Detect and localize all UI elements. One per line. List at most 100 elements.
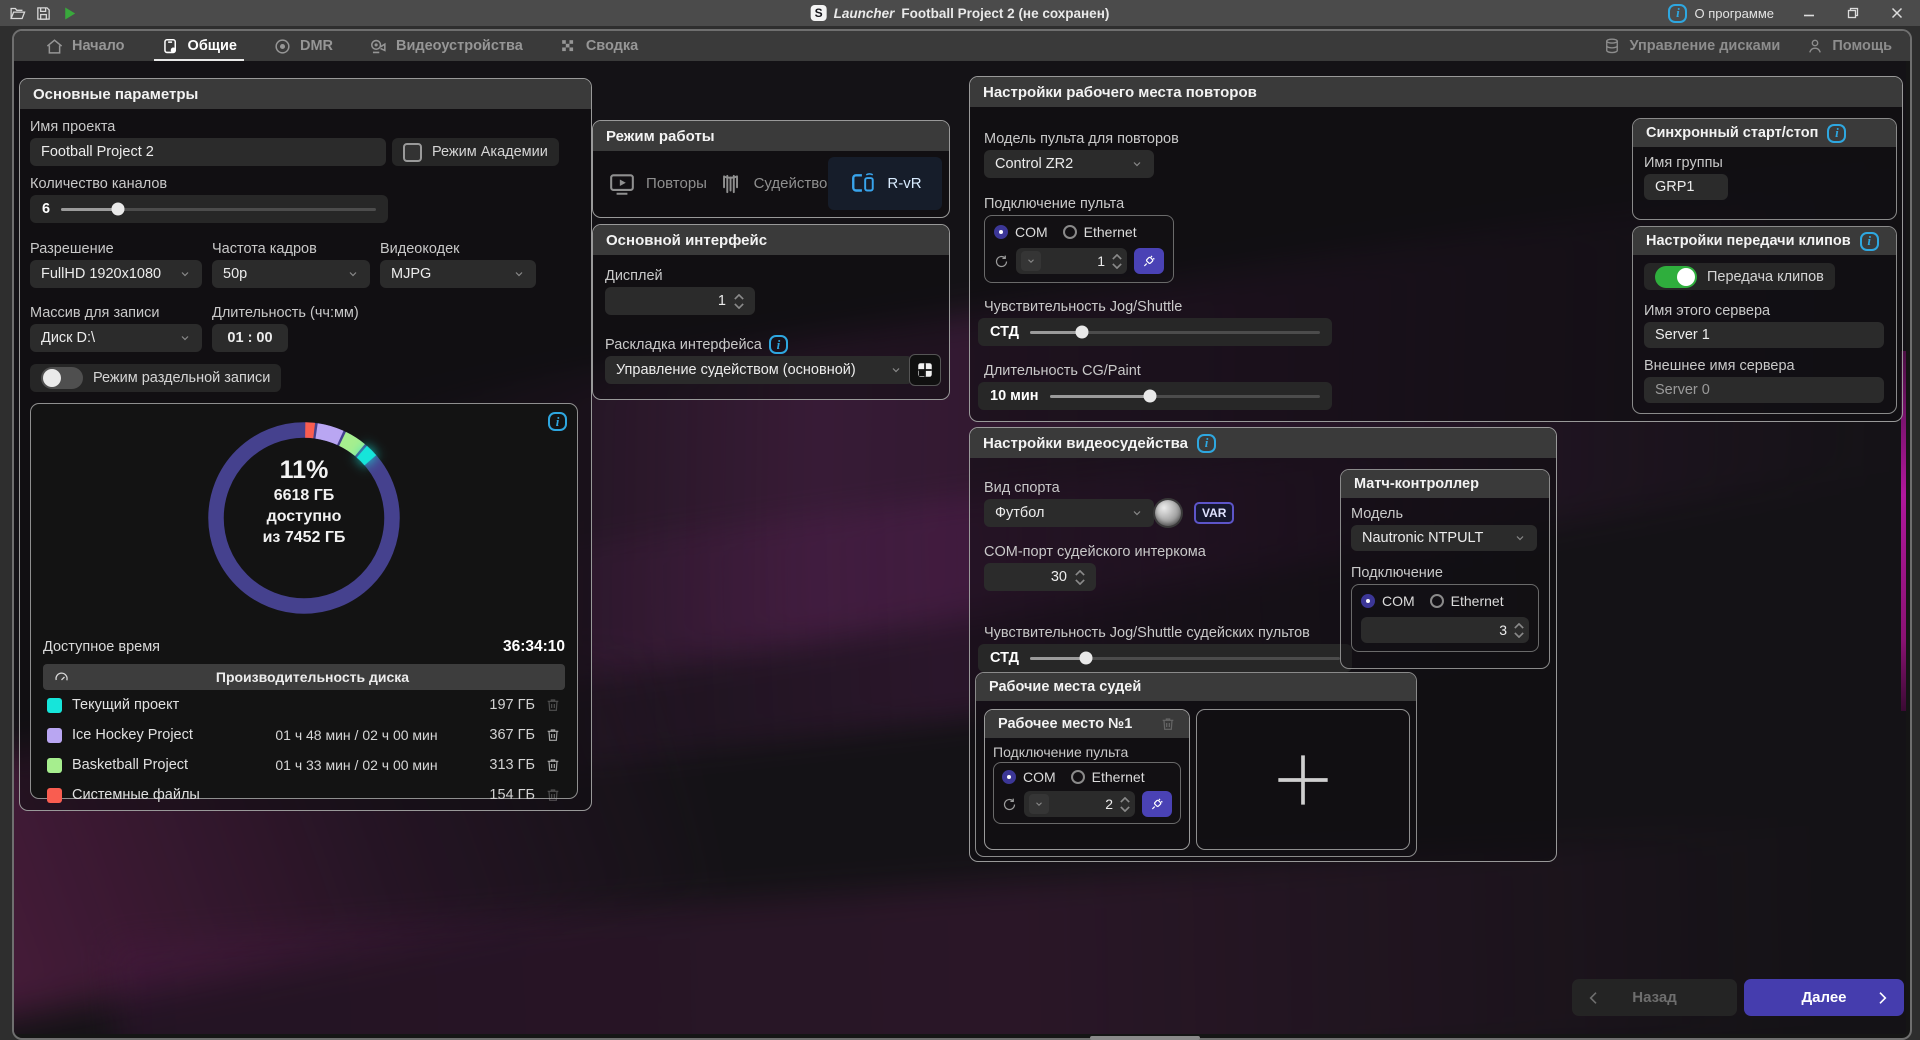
- slider-handle[interactable]: [1079, 652, 1092, 665]
- chevron-down-icon: [1131, 507, 1143, 519]
- refresh-icon[interactable]: [994, 254, 1009, 269]
- checkbox-icon: [403, 143, 422, 162]
- mode-replay-button[interactable]: Повторы: [600, 157, 714, 210]
- slider-handle[interactable]: [1143, 390, 1156, 403]
- about-button[interactable]: i О программе: [1668, 4, 1774, 23]
- channels-slider[interactable]: 6: [30, 195, 388, 223]
- trash-icon[interactable]: [545, 757, 561, 773]
- jog-value: СТД: [990, 324, 1019, 340]
- next-button[interactable]: Далее: [1744, 979, 1904, 1016]
- spinner-arrows[interactable]: [1075, 570, 1085, 585]
- save-project-icon[interactable]: [35, 5, 52, 22]
- tab-video[interactable]: Видеоустройства: [364, 31, 528, 61]
- slider-handle[interactable]: [111, 203, 124, 216]
- toggle-on-icon[interactable]: [1655, 266, 1697, 288]
- mode-referee-button[interactable]: Судейство: [714, 157, 828, 210]
- layout-grid-button[interactable]: [909, 354, 941, 386]
- info-icon[interactable]: i: [769, 335, 788, 354]
- rvr-icon: [848, 171, 878, 197]
- wp-connection-box: COM Ethernet 2: [993, 762, 1181, 824]
- wp-port-field[interactable]: 2: [1024, 791, 1135, 817]
- tab-summary[interactable]: Сводка: [554, 31, 643, 61]
- var-jog-slider[interactable]: СТД: [978, 644, 1352, 672]
- mode-label: Повторы: [646, 175, 707, 192]
- var-badge[interactable]: VAR: [1194, 502, 1234, 524]
- toggle-off-icon[interactable]: [41, 367, 83, 389]
- radio-com[interactable]: [1361, 594, 1375, 608]
- group-name-input[interactable]: GRP1: [1644, 174, 1728, 200]
- radio-ethernet[interactable]: [1063, 225, 1077, 239]
- framerate-label: Частота кадров: [212, 241, 317, 257]
- tab-dmr[interactable]: DMR: [268, 31, 338, 61]
- info-icon[interactable]: i: [1827, 124, 1846, 143]
- gauge-icon: [53, 669, 70, 686]
- trash-icon[interactable]: [545, 697, 561, 713]
- connect-button[interactable]: [1142, 791, 1172, 817]
- panel-video-refereeing: Настройки видеосудействаi Вид спорта Фут…: [969, 427, 1557, 862]
- spinner-arrows[interactable]: [734, 294, 744, 309]
- info-icon[interactable]: i: [1860, 232, 1879, 251]
- spinner-arrows[interactable]: [1112, 254, 1122, 269]
- restore-button[interactable]: [1844, 4, 1862, 22]
- cg-value: 10 мин: [990, 388, 1039, 404]
- chevron-down-icon[interactable]: [1029, 794, 1049, 814]
- run-project-icon[interactable]: [61, 5, 78, 22]
- close-button[interactable]: [1888, 4, 1906, 22]
- server-name-input[interactable]: Server 1: [1644, 322, 1884, 348]
- trash-icon[interactable]: [545, 787, 561, 803]
- tab-general[interactable]: Общие: [156, 31, 242, 61]
- info-icon[interactable]: i: [1197, 434, 1216, 453]
- radio-com[interactable]: [994, 225, 1008, 239]
- slider-handle[interactable]: [1076, 326, 1089, 339]
- row-size: 197 ГБ: [471, 697, 535, 713]
- duration-input[interactable]: 01 : 00: [212, 324, 288, 352]
- connect-button[interactable]: [1134, 248, 1164, 274]
- replay-port-field[interactable]: 1: [1016, 248, 1127, 274]
- radio-ethernet[interactable]: [1430, 594, 1444, 608]
- spinner-arrows[interactable]: [1120, 797, 1130, 812]
- ext-server-name-input[interactable]: Server 0: [1644, 377, 1884, 403]
- server-name-label: Имя этого сервера: [1644, 303, 1770, 319]
- replay-jog-slider[interactable]: СТД: [978, 318, 1332, 346]
- ball-button[interactable]: [1155, 500, 1181, 526]
- sport-select[interactable]: Футбол: [984, 499, 1154, 527]
- display-spinner[interactable]: 1: [605, 287, 755, 315]
- add-workplace-button[interactable]: [1196, 709, 1410, 850]
- layout-label: Раскладка интерфейса i: [605, 335, 788, 354]
- resolution-select[interactable]: FullHD 1920x1080: [30, 260, 202, 288]
- chevron-down-icon[interactable]: [1021, 251, 1041, 271]
- array-select[interactable]: Диск D:\: [30, 324, 202, 352]
- project-name-input[interactable]: Football Project 2: [30, 138, 386, 166]
- split-record-toggle[interactable]: Режим раздельной записи: [30, 364, 281, 392]
- panel-replay-workplace-header: Настройки рабочего места повторов: [970, 77, 1902, 107]
- mode-rvr-button[interactable]: R-vR: [828, 157, 942, 210]
- back-button[interactable]: Назад: [1572, 979, 1737, 1016]
- refresh-icon[interactable]: [1002, 797, 1017, 812]
- open-project-icon[interactable]: [9, 5, 26, 22]
- mc-port-field[interactable]: 3: [1361, 617, 1529, 643]
- tab-home[interactable]: Начало: [40, 31, 130, 61]
- radio-com[interactable]: [1002, 770, 1016, 784]
- framerate-select[interactable]: 50p: [212, 260, 370, 288]
- trash-icon[interactable]: [1160, 716, 1176, 732]
- academy-mode-checkbox[interactable]: Режим Академии: [392, 138, 559, 166]
- trash-icon[interactable]: [545, 727, 561, 743]
- panel-referee-workplaces-header: Рабочие места судей: [976, 673, 1416, 701]
- action-disks[interactable]: Управление дисками: [1603, 37, 1780, 55]
- tab-bar: Начало Общие DMR Видеоустройства Сводка Упра…: [14, 31, 1910, 61]
- clip-transfer-toggle[interactable]: Передача клипов: [1644, 263, 1835, 290]
- intercom-port-spinner[interactable]: 30: [984, 563, 1096, 591]
- mc-model-select[interactable]: Nautronic NTPULT: [1351, 525, 1537, 551]
- horizontal-scrollbar-thumb[interactable]: [1090, 1036, 1200, 1040]
- radio-ethernet[interactable]: [1071, 770, 1085, 784]
- minimize-button[interactable]: [1800, 4, 1818, 22]
- cg-duration-slider[interactable]: 10 мин: [978, 382, 1332, 410]
- replay-connection-box: COM Ethernet 1: [984, 215, 1174, 283]
- action-help[interactable]: Помощь: [1806, 37, 1892, 55]
- replay-model-select[interactable]: Control ZR2: [984, 150, 1154, 178]
- panel-main-interface: Основной интерфейс Дисплей 1 Раскладка и…: [592, 224, 950, 400]
- layout-select[interactable]: Управление судейством (основной): [605, 356, 913, 384]
- codec-select[interactable]: MJPG: [380, 260, 536, 288]
- available-time-row: Доступное время 36:34:10: [43, 638, 565, 656]
- spinner-arrows[interactable]: [1514, 623, 1524, 638]
